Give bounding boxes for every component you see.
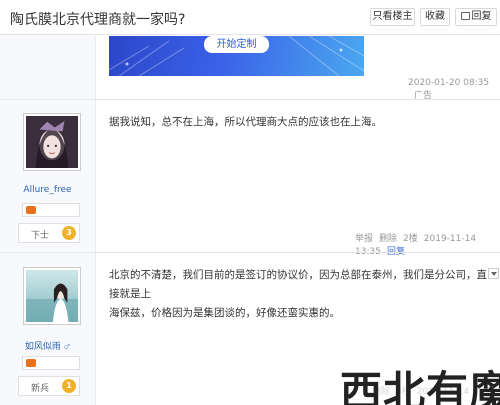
avatar-image [26, 116, 78, 168]
reply-icon [460, 12, 470, 20]
username[interactable]: Allure_free [0, 185, 95, 195]
level-number: 1 [62, 379, 76, 393]
user-level: 下士 3 [18, 223, 80, 243]
ad-meta: 2020-01-20 08:35广告 [408, 78, 500, 101]
badge-icon [26, 359, 36, 367]
post-divider [0, 99, 500, 100]
avatar[interactable] [23, 267, 81, 325]
avatar[interactable] [23, 113, 81, 171]
thread-title: 陶氏膜北京代理商就一家吗? [10, 12, 186, 28]
reply-button[interactable]: 回复 [455, 8, 497, 26]
column-divider [95, 36, 96, 405]
user-badge [22, 203, 80, 217]
post-line-1: 北京的不清楚，我们目前的是签订的协议价，因为总部在泰州，我们是分公司，直接就是上 [109, 269, 487, 300]
level-name: 下士 [31, 231, 50, 241]
ad-banner[interactable]: 开始定制 [109, 36, 364, 76]
username-text: 如风似雨 [24, 342, 61, 352]
post-content: 据我说知，总不在上海，所以代理商大点的应该也在上海。 [109, 116, 382, 128]
post-line-2: 海保兹，价格因为是集团谈的，好像还蛮实惠的。 [109, 307, 340, 319]
user-badge [22, 356, 80, 370]
watermark-text: 西北有魔 [340, 367, 500, 405]
badge-icon [26, 206, 36, 214]
level-name: 新兵 [31, 384, 50, 394]
post-divider [0, 252, 500, 253]
avatar-image [26, 270, 78, 322]
username[interactable]: 如风似雨 ♂ [0, 339, 95, 352]
chevron-down-icon[interactable] [488, 268, 499, 279]
thread-header: 陶氏膜北京代理商就一家吗? 只看楼主 收藏 回复 [0, 0, 500, 35]
ad-date: 2020-01-20 08:35 [408, 78, 490, 88]
level-number: 3 [62, 226, 76, 240]
delete-link[interactable]: 删除 [379, 234, 397, 244]
watermark: 西北有魔 [338, 362, 500, 405]
gender-icon: ♂ [63, 343, 71, 351]
customize-button[interactable]: 开始定制 [204, 36, 269, 53]
only-host-button[interactable]: 只看楼主 [370, 8, 415, 26]
report-link[interactable]: 举报 [355, 234, 373, 244]
reply-button-label: 回复 [471, 11, 492, 22]
post-content: 北京的不清楚，我们目前的是签订的协议价，因为总部在泰州，我们是分公司，直接就是上… [109, 266, 489, 323]
floor-number: 2楼 [403, 234, 418, 244]
favorite-button[interactable]: 收藏 [420, 8, 450, 26]
post-meta: 举报 删除 2楼 2019-11-14 13:35 回复 [355, 231, 500, 257]
user-level: 新兵 1 [18, 376, 80, 396]
